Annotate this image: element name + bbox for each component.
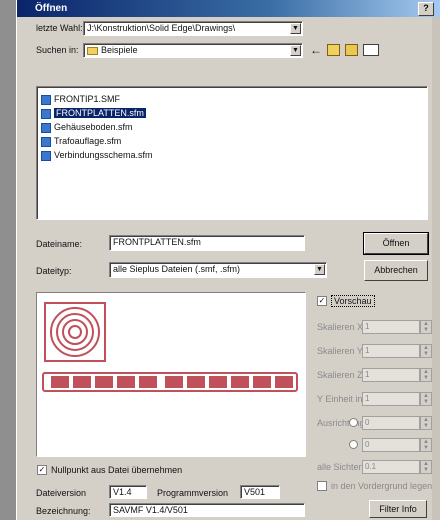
file-icon: [41, 94, 51, 105]
file-version-value: V1.4: [109, 485, 147, 499]
lookin-label: Suchen in:: [36, 45, 79, 55]
foreground-checkbox-label: in den Vordergrund legen: [331, 481, 433, 491]
connector-cell: [165, 376, 183, 388]
spin-arrows-icon[interactable]: ▲ ▼: [420, 320, 432, 334]
connector-cell: [139, 376, 157, 388]
spin-arrows-icon[interactable]: ▲ ▼: [420, 344, 432, 358]
new-folder-icon[interactable]: [345, 44, 358, 56]
all-views-label: alle Sichten:: [317, 462, 367, 472]
filename-input[interactable]: FRONTPLATTEN.sfm: [109, 235, 305, 251]
open-dialog: Öffnen ? letzte Wahl: J:\Konstruktion\So…: [16, 0, 440, 520]
file-icon: [41, 136, 51, 147]
scale-x-label: Skalieren X:: [317, 322, 366, 332]
file-icon: [41, 108, 51, 119]
preview-drawing: [42, 302, 298, 392]
connector-cell: [253, 376, 271, 388]
file-list[interactable]: FRONTIP1.SMF FRONTPLATTEN.sfm Gehäusebod…: [36, 86, 428, 220]
spin-arrows-icon[interactable]: ▲ ▼: [420, 460, 432, 474]
filetype-value: alle Sieplus Dateien (.smf, .sfm): [113, 264, 241, 274]
fan-ring-outer: [50, 307, 100, 357]
scale-z-label: Skalieren Z:: [317, 370, 366, 380]
orientation-radio[interactable]: [349, 418, 358, 427]
description-value: SAVMF V1.4/V501: [109, 503, 305, 517]
scale-x-spinner[interactable]: 1 ▲ ▼: [362, 320, 432, 334]
list-item[interactable]: FRONTPLATTEN.sfm: [41, 107, 146, 120]
chevron-down-icon[interactable]: ▼: [290, 23, 301, 34]
unit-spinner[interactable]: 1 ▲ ▼: [362, 392, 432, 406]
origin-checkbox-label: Nullpunkt aus Datei übernehmen: [51, 465, 183, 475]
preview-pane: [36, 292, 306, 457]
connector-cell: [187, 376, 205, 388]
file-icon: [41, 150, 51, 161]
list-item[interactable]: FRONTIP1.SMF: [41, 93, 120, 106]
description-label: Bezeichnung:: [36, 506, 91, 516]
list-item[interactable]: Gehäuseboden.sfm: [41, 121, 133, 134]
view-menu-icon[interactable]: [363, 44, 379, 56]
title-bar: Öffnen ?: [17, 0, 440, 17]
connector-cell: [73, 376, 91, 388]
orientation2-spinner[interactable]: 0 ▲ ▼: [362, 438, 432, 452]
scale-z-spinner[interactable]: 1 ▲ ▼: [362, 368, 432, 382]
connector-cell: [231, 376, 249, 388]
filetype-combo[interactable]: alle Sieplus Dateien (.smf, .sfm) ▼: [109, 262, 327, 278]
file-icon: [41, 122, 51, 133]
filename-label: Dateiname:: [36, 239, 83, 249]
spin-arrows-icon[interactable]: ▲ ▼: [420, 392, 432, 406]
chevron-down-icon[interactable]: ▼: [290, 45, 301, 56]
chevron-down-icon[interactable]: ▼: [314, 264, 325, 275]
preview-checkbox-label: Vorschau: [331, 295, 375, 307]
connector-cell: [275, 376, 293, 388]
lookin-value: Beispiele: [101, 45, 138, 55]
program-version-label: Programmversion: [157, 488, 229, 498]
scale-y-spinner[interactable]: 1 ▲ ▼: [362, 344, 432, 358]
recent-path-value: J:\Konstruktion\Solid Edge\Drawings\: [87, 23, 236, 33]
spin-arrows-icon[interactable]: ▲ ▼: [420, 368, 432, 382]
spin-arrows-icon[interactable]: ▲ ▼: [420, 438, 432, 452]
help-button[interactable]: ?: [418, 2, 434, 16]
back-arrow-icon[interactable]: ←: [309, 43, 323, 57]
program-version-value: V501: [240, 485, 280, 499]
fan-outline: [44, 302, 106, 362]
dialog-edge: [432, 17, 440, 520]
scale-y-label: Skalieren Y:: [317, 346, 365, 356]
list-item[interactable]: Trafoauflage.sfm: [41, 135, 121, 148]
lookin-combo[interactable]: Beispiele ▼: [83, 43, 303, 58]
folder-up-icon[interactable]: [327, 44, 340, 56]
connector-cell: [95, 376, 113, 388]
connector-cell: [117, 376, 135, 388]
unit-label: Y Einheit in:: [317, 394, 365, 404]
connector-cell: [209, 376, 227, 388]
all-views-spinner[interactable]: 0.1 ▲ ▼: [362, 460, 432, 474]
orientation-spinner[interactable]: 0 ▲ ▼: [362, 416, 432, 430]
orientation-radio-2[interactable]: [349, 440, 358, 449]
fan-hub: [68, 325, 82, 339]
cancel-button[interactable]: Abbrechen: [364, 260, 428, 281]
list-item[interactable]: Verbindungsschema.sfm: [41, 149, 153, 162]
open-button[interactable]: Öffnen: [363, 232, 429, 255]
origin-checkbox[interactable]: ✓: [37, 465, 47, 475]
dialog-title: Öffnen: [35, 3, 68, 14]
file-info-button[interactable]: Filter Info: [369, 500, 427, 518]
recent-path-combo[interactable]: J:\Konstruktion\Solid Edge\Drawings\ ▼: [83, 21, 303, 36]
orientation-label: Ausrichtung:: [317, 418, 368, 428]
preview-checkbox[interactable]: ✓: [317, 296, 327, 306]
folder-icon: [87, 46, 98, 55]
filetype-label: Dateityp:: [36, 266, 72, 276]
foreground-checkbox[interactable]: [317, 481, 327, 491]
connector-cell: [51, 376, 69, 388]
spin-arrows-icon[interactable]: ▲ ▼: [420, 416, 432, 430]
fan-ring: [62, 319, 88, 345]
file-version-label: Dateiversion: [36, 488, 87, 498]
recent-label: letzte Wahl:: [36, 23, 83, 33]
